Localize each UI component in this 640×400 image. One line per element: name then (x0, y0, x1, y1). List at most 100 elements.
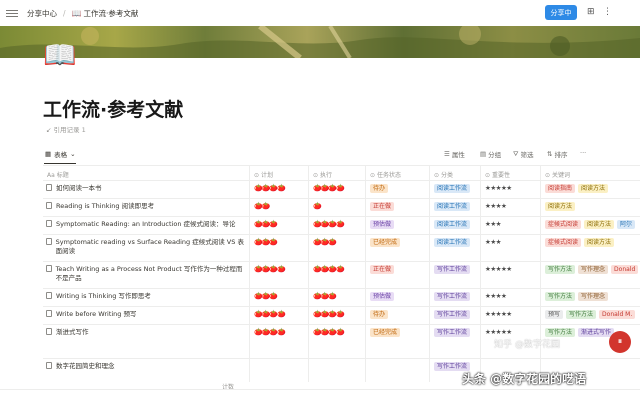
cell-title[interactable]: 数字花园简史和理念 (43, 359, 249, 382)
cell-plan[interactable]: 🍅🍅🍅🍅 (249, 307, 308, 324)
table-row[interactable]: Symptomatic reading vs Surface Reading 症… (43, 234, 640, 261)
cell-plan[interactable]: 🍅🍅🍅🍅 (249, 262, 308, 288)
cell-execution[interactable]: 🍅🍅🍅🍅 (308, 307, 365, 324)
keyword-tag: 阅读指南 (545, 184, 576, 194)
cell-importance[interactable]: ★★★★★ (480, 307, 540, 324)
cell-plan[interactable]: 🍅🍅🍅🍅 (249, 181, 308, 198)
cell-title[interactable]: Teach Writing as a Process Not Product 写… (43, 262, 249, 288)
pause-button[interactable]: ⏸ (609, 331, 631, 353)
cell-importance[interactable]: ★★★ (480, 235, 540, 261)
table-row[interactable]: Reading is Thinking 阅读即思考 🍅🍅 🍅 正在做 阅读工作流 ★★★★… (43, 198, 640, 216)
cell-keywords[interactable]: 写作方法 写作理念 (540, 289, 640, 306)
cell-importance[interactable]: ★★★★ (480, 199, 540, 216)
page-icon[interactable]: 📖 (43, 42, 77, 69)
cell-title[interactable]: Writing is Thinking 写作即思考 (43, 289, 249, 306)
cell-title[interactable]: 渐进式写作 (43, 325, 249, 358)
cell-execution[interactable]: 🍅🍅🍅🍅 (308, 262, 365, 288)
column-header[interactable]: ⊙ 计划 (249, 166, 308, 181)
cell-category[interactable]: 写作工作流 (429, 325, 480, 358)
cell-status[interactable]: 已经完成 (365, 325, 429, 358)
cell-execution[interactable]: 🍅🍅🍅🍅 (308, 325, 365, 358)
view-more-button[interactable]: ··· (580, 149, 586, 157)
cell-category[interactable]: 写作工作流 (429, 289, 480, 306)
cell-category[interactable]: 写作工作流 (429, 307, 480, 324)
cell-keywords[interactable]: 阅读指南 阅读方法 (540, 181, 640, 198)
column-header[interactable]: ⊙ 重要性 (480, 166, 540, 181)
column-header[interactable]: ⊙ 分类 (429, 166, 480, 181)
cell-execution[interactable]: 🍅🍅🍅 (308, 289, 365, 306)
filter-button[interactable]: ⛛ 筛选 (513, 149, 533, 160)
column-header-label: 分类 (440, 172, 453, 179)
breadcrumb-root[interactable]: 分享中心 (27, 8, 57, 19)
filter-icon: ⛛ (513, 149, 519, 158)
category-tag: 写作工作流 (434, 265, 471, 275)
cell-execution[interactable]: 🍅🍅🍅🍅 (308, 181, 365, 198)
cell-title[interactable]: Symptomatic Reading: an Introduction 症候式… (43, 217, 249, 234)
cell-category[interactable]: 写作工作流 (429, 262, 480, 288)
group-button[interactable]: ▤ 分组 (480, 149, 501, 159)
cell-keywords[interactable]: 预写 写作方法 Donald M. (540, 307, 640, 324)
cell-plan[interactable]: 🍅🍅🍅 (249, 217, 308, 234)
table-row[interactable]: Teach Writing as a Process Not Product 写… (43, 261, 640, 288)
cell-execution[interactable] (308, 359, 365, 382)
cell-plan[interactable]: 🍅🍅🍅🍅 (249, 325, 308, 358)
cell-status[interactable]: 正在做 (365, 262, 429, 288)
cell-execution[interactable]: 🍅🍅🍅🍅 (308, 217, 365, 234)
document-icon (46, 202, 52, 209)
page-title[interactable]: 工作流·参考文献 (43, 95, 183, 122)
bookmark-icon[interactable]: ⊞ (587, 7, 595, 17)
horizontal-scrollbar[interactable] (0, 389, 640, 390)
keyword-tag: 阿尔 (617, 220, 636, 230)
table-row[interactable]: Write before Writing 预写 🍅🍅🍅🍅 🍅🍅🍅🍅 待办 写作工作流 ★★… (43, 306, 640, 324)
cell-title[interactable]: 如何阅读一本书 (43, 181, 249, 198)
cell-keywords[interactable]: 写作方法 写作理念 Donald (540, 262, 640, 288)
cell-status[interactable]: 待办 (365, 307, 429, 324)
properties-button[interactable]: ☰ 属性 (444, 149, 465, 159)
cell-status[interactable] (365, 359, 429, 382)
table-row[interactable]: Writing is Thinking 写作即思考 🍅🍅🍅 🍅🍅🍅 预估做 写作工作流 ★… (43, 288, 640, 306)
table-row[interactable]: Symptomatic Reading: an Introduction 症候式… (43, 216, 640, 234)
keyword-tag: 阅读方法 (584, 220, 615, 230)
cell-status[interactable]: 正在做 (365, 199, 429, 216)
cell-importance[interactable]: ★★★★ (480, 289, 540, 306)
share-button[interactable]: 分享中 (545, 5, 577, 20)
cell-execution[interactable]: 🍅 (308, 199, 365, 216)
cell-importance[interactable]: ★★★★★ (480, 262, 540, 288)
cell-category[interactable]: 阅读工作流 (429, 217, 480, 234)
cell-title[interactable]: Write before Writing 预写 (43, 307, 249, 324)
cell-keywords[interactable]: 症候式阅读 阅读方法 (540, 235, 640, 261)
tomato-icon: 🍅🍅 (254, 202, 270, 210)
column-header[interactable]: ⊙ 执行 (308, 166, 365, 181)
category-tag: 阅读工作流 (434, 184, 471, 194)
view-tab-table[interactable]: ▦ 表格 ⌄ (45, 149, 76, 159)
cell-plan[interactable]: 🍅🍅 (249, 199, 308, 216)
tomato-icon: 🍅🍅🍅 (254, 220, 278, 228)
cell-status[interactable]: 待办 (365, 181, 429, 198)
citation-record[interactable]: ↙ 引用记录 1 (46, 124, 86, 134)
more-icon[interactable]: ⋮ (603, 7, 612, 17)
breadcrumb-page[interactable]: 工作流·参考文献 (84, 8, 139, 19)
cell-plan[interactable]: 🍅🍅🍅 (249, 289, 308, 306)
cell-status[interactable]: 预估做 (365, 289, 429, 306)
cell-title[interactable]: Reading is Thinking 阅读即思考 (43, 199, 249, 216)
cell-plan[interactable]: 🍅🍅🍅 (249, 235, 308, 261)
cell-plan[interactable] (249, 359, 308, 382)
column-header[interactable]: ⊙ 关键词 (540, 166, 640, 181)
table-row[interactable]: 如何阅读一本书 🍅🍅🍅🍅 🍅🍅🍅🍅 待办 阅读工作流 ★★★★★ 阅读指南 阅读方法 (43, 180, 640, 198)
cell-keywords[interactable]: 症候式阅读 阅读方法 阿尔 (540, 217, 640, 234)
cell-execution[interactable]: 🍅🍅🍅 (308, 235, 365, 261)
cell-importance[interactable]: ★★★★★ (480, 181, 540, 198)
column-header[interactable]: Aa 标题 (43, 166, 249, 181)
cell-status[interactable]: 已经完成 (365, 235, 429, 261)
cell-keywords[interactable]: 阅读方法 (540, 199, 640, 216)
keyword-tag: 预写 (545, 310, 564, 320)
cell-title[interactable]: Symptomatic reading vs Surface Reading 症… (43, 235, 249, 261)
cell-status[interactable]: 预估做 (365, 217, 429, 234)
cell-importance[interactable]: ★★★ (480, 217, 540, 234)
sort-button[interactable]: ⇅ 排序 (547, 149, 567, 159)
cell-category[interactable]: 阅读工作流 (429, 235, 480, 261)
menu-icon[interactable] (6, 9, 18, 17)
cell-category[interactable]: 阅读工作流 (429, 181, 480, 198)
column-header[interactable]: ⊙ 任务状态 (365, 166, 429, 181)
cell-category[interactable]: 阅读工作流 (429, 199, 480, 216)
